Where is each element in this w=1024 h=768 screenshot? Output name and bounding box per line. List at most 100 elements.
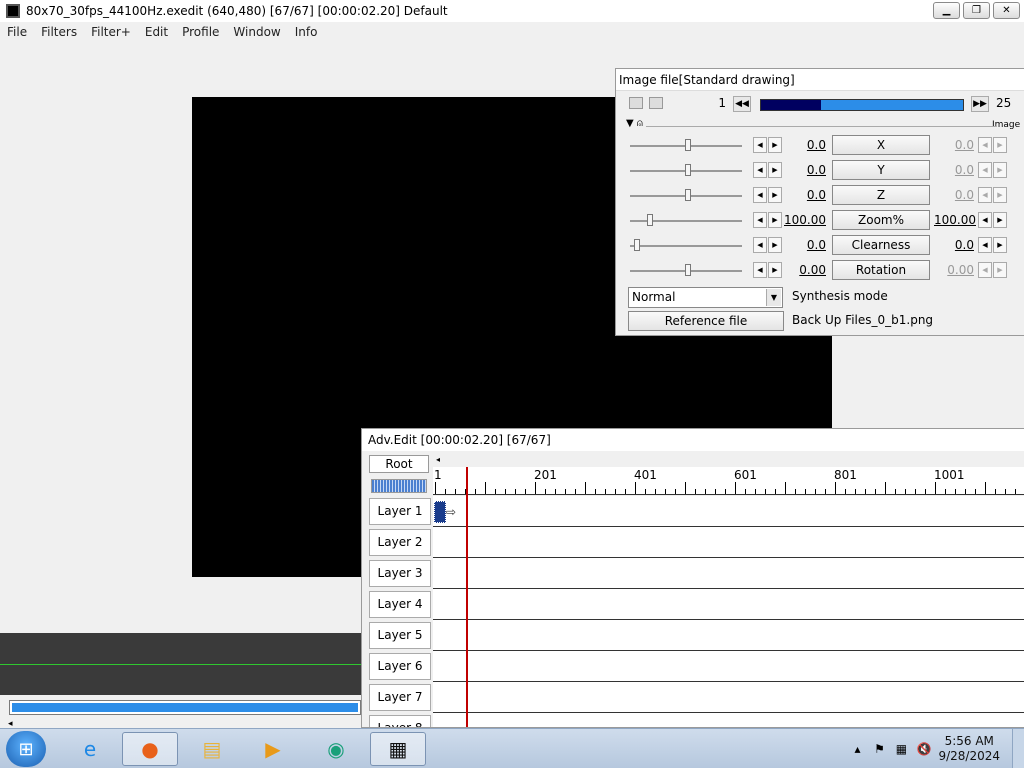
reference-file-button[interactable]: Reference file (628, 311, 784, 331)
param-end-value[interactable]: 0.0 (934, 238, 974, 252)
increment-icon[interactable]: ▶ (768, 212, 782, 228)
synthesis-mode-select[interactable]: Normal ▼ (628, 287, 783, 308)
file-explorer-icon[interactable]: ▤ (184, 732, 240, 766)
decrement-icon[interactable]: ◀ (978, 187, 992, 203)
param-start-value[interactable]: 0.0 (784, 138, 826, 152)
layer-button[interactable]: Layer 4 (369, 591, 431, 618)
camera-control-icon[interactable] (629, 97, 643, 109)
menu-filters[interactable]: Filters (34, 25, 84, 39)
show-hidden-icons-icon[interactable]: ▴ (850, 742, 864, 756)
decrement-icon[interactable]: ◀ (978, 137, 992, 153)
action-center-flag-icon[interactable]: ⚑ (872, 742, 886, 756)
param-end-value[interactable]: 100.00 (934, 213, 976, 227)
param-slider[interactable] (630, 264, 742, 276)
increment-icon[interactable]: ▶ (768, 237, 782, 253)
layer-track[interactable] (433, 496, 1024, 527)
increment-icon[interactable]: ▶ (993, 187, 1007, 203)
layer-button[interactable]: Layer 3 (369, 560, 431, 587)
minimize-button[interactable]: ▁ (933, 2, 960, 19)
timeline-clip[interactable] (434, 501, 446, 523)
maximize-button[interactable]: ❐ (963, 2, 990, 19)
increment-icon[interactable]: ▶ (768, 262, 782, 278)
layer-track[interactable] (433, 589, 1024, 620)
increment-icon[interactable]: ▶ (768, 137, 782, 153)
increment-icon[interactable]: ▶ (768, 162, 782, 178)
param-slider-thumb[interactable] (685, 164, 691, 176)
playhead[interactable] (466, 467, 468, 727)
seek-bar[interactable] (9, 700, 361, 715)
zoom-slider[interactable] (371, 479, 427, 493)
decrement-icon[interactable]: ◀ (753, 212, 767, 228)
param-name-button[interactable]: Clearness (832, 235, 930, 255)
param-start-value[interactable]: 0.0 (784, 238, 826, 252)
param-name-button[interactable]: Rotation (832, 260, 930, 280)
frame-range-slider[interactable] (760, 99, 964, 111)
param-start-value[interactable]: 0.00 (784, 263, 826, 277)
param-slider[interactable] (630, 139, 742, 151)
layer-button[interactable]: Layer 8 (369, 715, 431, 727)
decrement-icon[interactable]: ◀ (753, 162, 767, 178)
decrement-icon[interactable]: ◀ (978, 162, 992, 178)
param-name-button[interactable]: X (832, 135, 930, 155)
param-slider[interactable] (630, 214, 742, 226)
param-start-value[interactable]: 0.0 (784, 188, 826, 202)
show-desktop-button[interactable] (1012, 729, 1024, 768)
layer-track[interactable] (433, 620, 1024, 651)
param-slider-thumb[interactable] (647, 214, 653, 226)
menu-file[interactable]: File (0, 25, 34, 39)
param-slider-thumb[interactable] (685, 139, 691, 151)
decrement-icon[interactable]: ◀ (753, 262, 767, 278)
menu-window[interactable]: Window (226, 25, 287, 39)
param-slider-thumb[interactable] (685, 264, 691, 276)
increment-icon[interactable]: ▶ (993, 237, 1007, 253)
menu-filter-plus[interactable]: Filter+ (84, 25, 138, 39)
layer-button[interactable]: Layer 7 (369, 684, 431, 711)
layer-button[interactable]: Layer 5 (369, 622, 431, 649)
prev-frame-button[interactable]: ◀◀ (733, 96, 751, 112)
menu-edit[interactable]: Edit (138, 25, 175, 39)
param-name-button[interactable]: Zoom% (832, 210, 930, 230)
param-end-value[interactable]: 0.0 (934, 188, 974, 202)
layer-track[interactable] (433, 713, 1024, 727)
param-start-value[interactable]: 0.0 (784, 163, 826, 177)
param-slider[interactable] (630, 239, 742, 251)
media-center-icon[interactable]: ◉ (308, 732, 364, 766)
timeline-ruler[interactable]: 1 201 401 601 801 1001 (433, 467, 1024, 495)
layer-track[interactable] (433, 651, 1024, 682)
layer-track[interactable] (433, 558, 1024, 589)
param-slider[interactable] (630, 164, 742, 176)
param-name-button[interactable]: Z (832, 185, 930, 205)
decrement-icon[interactable]: ◀ (978, 262, 992, 278)
param-slider-thumb[interactable] (685, 189, 691, 201)
firefox-icon[interactable]: ● (122, 732, 178, 766)
menu-info[interactable]: Info (288, 25, 325, 39)
aviutl-icon[interactable]: ▦ (370, 732, 426, 766)
volume-muted-icon[interactable]: 🔇 (916, 742, 931, 756)
layer-track[interactable] (433, 682, 1024, 713)
menu-profile[interactable]: Profile (175, 25, 226, 39)
param-slider[interactable] (630, 189, 742, 201)
root-button[interactable]: Root (369, 455, 429, 473)
increment-icon[interactable]: ▶ (993, 162, 1007, 178)
param-end-value[interactable]: 0.00 (934, 263, 974, 277)
network-icon[interactable]: ▦ (894, 742, 908, 756)
param-start-value[interactable]: 100.00 (784, 213, 826, 227)
param-end-value[interactable]: 0.0 (934, 163, 974, 177)
layer-button[interactable]: Layer 6 (369, 653, 431, 680)
increment-icon[interactable]: ▶ (993, 212, 1007, 228)
scroll-left-icon[interactable]: ◂ (436, 455, 440, 464)
chevron-down-icon[interactable]: ▼ (766, 289, 781, 306)
shadow-icon[interactable] (649, 97, 663, 109)
close-button[interactable]: ✕ (993, 2, 1020, 19)
internet-explorer-icon[interactable]: e (62, 732, 118, 766)
start-button[interactable]: ⊞ (6, 731, 46, 767)
layer-track[interactable] (433, 527, 1024, 558)
decrement-icon[interactable]: ◀ (978, 237, 992, 253)
system-clock[interactable]: 5:56 AM 9/28/2024 (938, 734, 1000, 764)
decrement-icon[interactable]: ◀ (753, 237, 767, 253)
increment-icon[interactable]: ▶ (993, 262, 1007, 278)
param-name-button[interactable]: Y (832, 160, 930, 180)
next-frame-button[interactable]: ▶▶ (971, 96, 989, 112)
decrement-icon[interactable]: ◀ (978, 212, 992, 228)
increment-icon[interactable]: ▶ (768, 187, 782, 203)
